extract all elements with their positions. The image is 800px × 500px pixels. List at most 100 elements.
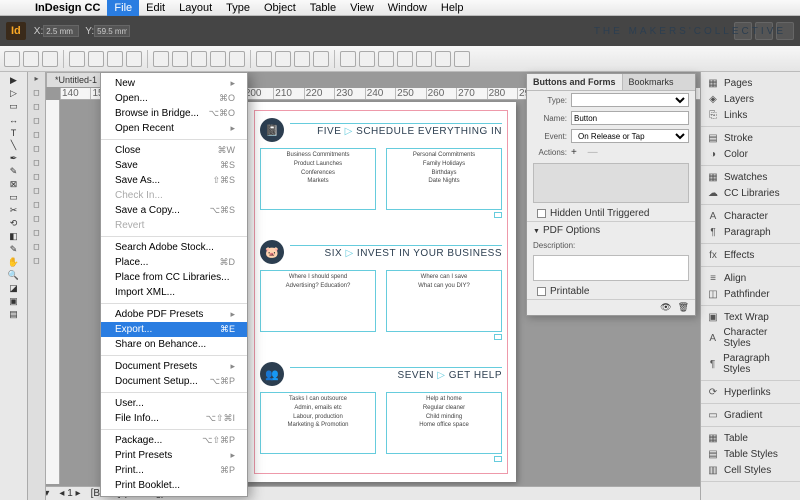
free-transform-tool-icon[interactable]: ⟲ — [3, 217, 25, 230]
checkbox-icon[interactable] — [494, 334, 502, 340]
rectangle-frame-tool-icon[interactable]: ⊠ — [3, 178, 25, 191]
panel-tab-gradient[interactable]: ▭Gradient — [701, 407, 800, 423]
ctrl-btn[interactable] — [454, 51, 470, 67]
mini-tool-icon[interactable]: ▸ — [28, 74, 45, 87]
panel-tab-cell-styles[interactable]: ▥Cell Styles — [701, 462, 800, 478]
content-box[interactable]: Business CommitmentsProduct LaunchesConf… — [260, 148, 376, 210]
mini-tool-icon[interactable]: ◻ — [28, 102, 45, 115]
add-action-button[interactable]: + — [571, 147, 577, 158]
menu-item[interactable]: Search Adobe Stock... — [101, 240, 247, 255]
menu-item[interactable]: Share on Behance... — [101, 337, 247, 352]
panel-tab-hyperlinks[interactable]: ⟳Hyperlinks — [701, 384, 800, 400]
app-menu[interactable]: InDesign CC — [28, 0, 107, 16]
panel-tab-table[interactable]: ▦Table — [701, 430, 800, 446]
gradient-tool-icon[interactable]: ◧ — [3, 230, 25, 243]
menu-item[interactable]: Print...⌘P — [101, 463, 247, 478]
buttons-forms-panel[interactable]: Buttons and Forms Bookmarks Type: Name: … — [526, 73, 696, 316]
ctrl-btn[interactable] — [126, 51, 142, 67]
type-select[interactable] — [571, 93, 689, 107]
view-mode-icon[interactable]: ▤ — [3, 308, 25, 321]
menu-item[interactable]: Package...⌥⇧⌘P — [101, 433, 247, 448]
ctrl-btn[interactable] — [256, 51, 272, 67]
menu-view[interactable]: View — [343, 0, 381, 16]
actions-list[interactable] — [533, 163, 689, 203]
panel-tab-color[interactable]: ◑Color — [701, 146, 800, 162]
rectangle-tool-icon[interactable]: ▭ — [3, 191, 25, 204]
ctrl-btn[interactable] — [275, 51, 291, 67]
panel-tab-character-styles[interactable]: ACharacter Styles — [701, 325, 800, 351]
preview-icon[interactable]: 👁 — [660, 302, 671, 313]
scissors-tool-icon[interactable]: ✂ — [3, 204, 25, 217]
ctrl-btn[interactable] — [107, 51, 123, 67]
checkbox-icon[interactable] — [494, 212, 502, 218]
ctrl-btn[interactable] — [359, 51, 375, 67]
description-field[interactable] — [533, 255, 689, 281]
menu-object[interactable]: Object — [257, 0, 303, 16]
menu-item[interactable]: Save⌘S — [101, 158, 247, 173]
color-toggle-icon[interactable]: ▣ — [3, 295, 25, 308]
content-box[interactable]: Personal CommitmentsFamily HolidaysBirth… — [386, 148, 502, 210]
menu-file[interactable]: File — [107, 0, 139, 16]
content-box[interactable]: Where can I saveWhat can you DIY? — [386, 270, 502, 332]
ctrl-btn[interactable] — [416, 51, 432, 67]
mini-tool-icon[interactable]: ◻ — [28, 228, 45, 241]
remove-action-button[interactable]: — — [588, 147, 598, 158]
ctrl-btn[interactable] — [42, 51, 58, 67]
ctrl-btn[interactable] — [210, 51, 226, 67]
panel-tab-align[interactable]: ≡Align — [701, 270, 800, 286]
menu-item[interactable]: User... — [101, 396, 247, 411]
menu-item[interactable]: Document Presets▸ — [101, 359, 247, 374]
menu-item[interactable]: Adobe PDF Presets▸ — [101, 307, 247, 322]
event-select[interactable]: On Release or Tap — [571, 129, 689, 143]
checkbox-icon[interactable] — [494, 456, 502, 462]
mini-tool-icon[interactable]: ◻ — [28, 130, 45, 143]
menu-item[interactable]: Open...⌘O — [101, 91, 247, 106]
panel-tab-cc-libraries[interactable]: ☁CC Libraries — [701, 185, 800, 201]
disclosure-icon[interactable]: ▼ — [533, 228, 540, 235]
gap-tool-icon[interactable]: ↔ — [3, 113, 25, 126]
menu-window[interactable]: Window — [381, 0, 434, 16]
menu-item[interactable]: Save a Copy...⌥⌘S — [101, 203, 247, 218]
ctrl-btn[interactable] — [313, 51, 329, 67]
name-input[interactable] — [571, 111, 689, 125]
page-nav[interactable]: ◂ 1 ▸ — [59, 488, 80, 499]
x-field[interactable] — [43, 25, 79, 37]
panel-tab-paragraph-styles[interactable]: ¶Paragraph Styles — [701, 351, 800, 377]
menu-item[interactable]: Import XML... — [101, 285, 247, 300]
ctrl-btn[interactable] — [191, 51, 207, 67]
document-page[interactable]: 📓FIVE ▷ SCHEDULE EVERYTHING INBusiness C… — [246, 102, 516, 482]
panel-tab-swatches[interactable]: ▦Swatches — [701, 169, 800, 185]
panel-tab-text-wrap[interactable]: ▣Text Wrap — [701, 309, 800, 325]
mini-tool-icon[interactable]: ◻ — [28, 200, 45, 213]
ctrl-btn[interactable] — [153, 51, 169, 67]
ctrl-btn[interactable] — [23, 51, 39, 67]
ctrl-btn[interactable] — [397, 51, 413, 67]
ctrl-btn[interactable] — [88, 51, 104, 67]
mini-tool-icon[interactable]: ◻ — [28, 242, 45, 255]
mini-tool-icon[interactable]: ◻ — [28, 186, 45, 199]
ctrl-btn[interactable] — [294, 51, 310, 67]
ctrl-btn[interactable] — [69, 51, 85, 67]
menu-item[interactable]: Open Recent▸ — [101, 121, 247, 136]
type-tool-icon[interactable]: T — [3, 126, 25, 139]
menu-item[interactable]: Save As...⇧⌘S — [101, 173, 247, 188]
panel-tab-effects[interactable]: fxEffects — [701, 247, 800, 263]
pen-tool-icon[interactable]: ✒ — [3, 152, 25, 165]
content-box[interactable]: Tasks I can outsourceAdmin, emails etcLa… — [260, 392, 376, 454]
menu-item[interactable]: New▸ — [101, 76, 247, 91]
panel-tab-links[interactable]: ⎘Links — [701, 107, 800, 123]
fill-stroke-icon[interactable]: ◪ — [3, 282, 25, 295]
mini-tool-icon[interactable]: ◻ — [28, 214, 45, 227]
selection-tool-icon[interactable]: ▶ — [3, 74, 25, 87]
ctrl-btn[interactable] — [4, 51, 20, 67]
trash-icon[interactable]: 🗑 — [678, 302, 689, 313]
ctrl-btn[interactable] — [435, 51, 451, 67]
tab-bookmarks[interactable]: Bookmarks — [623, 74, 680, 90]
content-box[interactable]: Where I should spendAdvertising? Educati… — [260, 270, 376, 332]
mini-tool-icon[interactable]: ◻ — [28, 158, 45, 171]
mini-tool-icon[interactable]: ◻ — [28, 116, 45, 129]
panel-tab-paragraph[interactable]: ¶Paragraph — [701, 224, 800, 240]
page-tool-icon[interactable]: ▭ — [3, 100, 25, 113]
zoom-tool-icon[interactable]: 🔍 — [3, 269, 25, 282]
panel-tab-table-styles[interactable]: ▤Table Styles — [701, 446, 800, 462]
